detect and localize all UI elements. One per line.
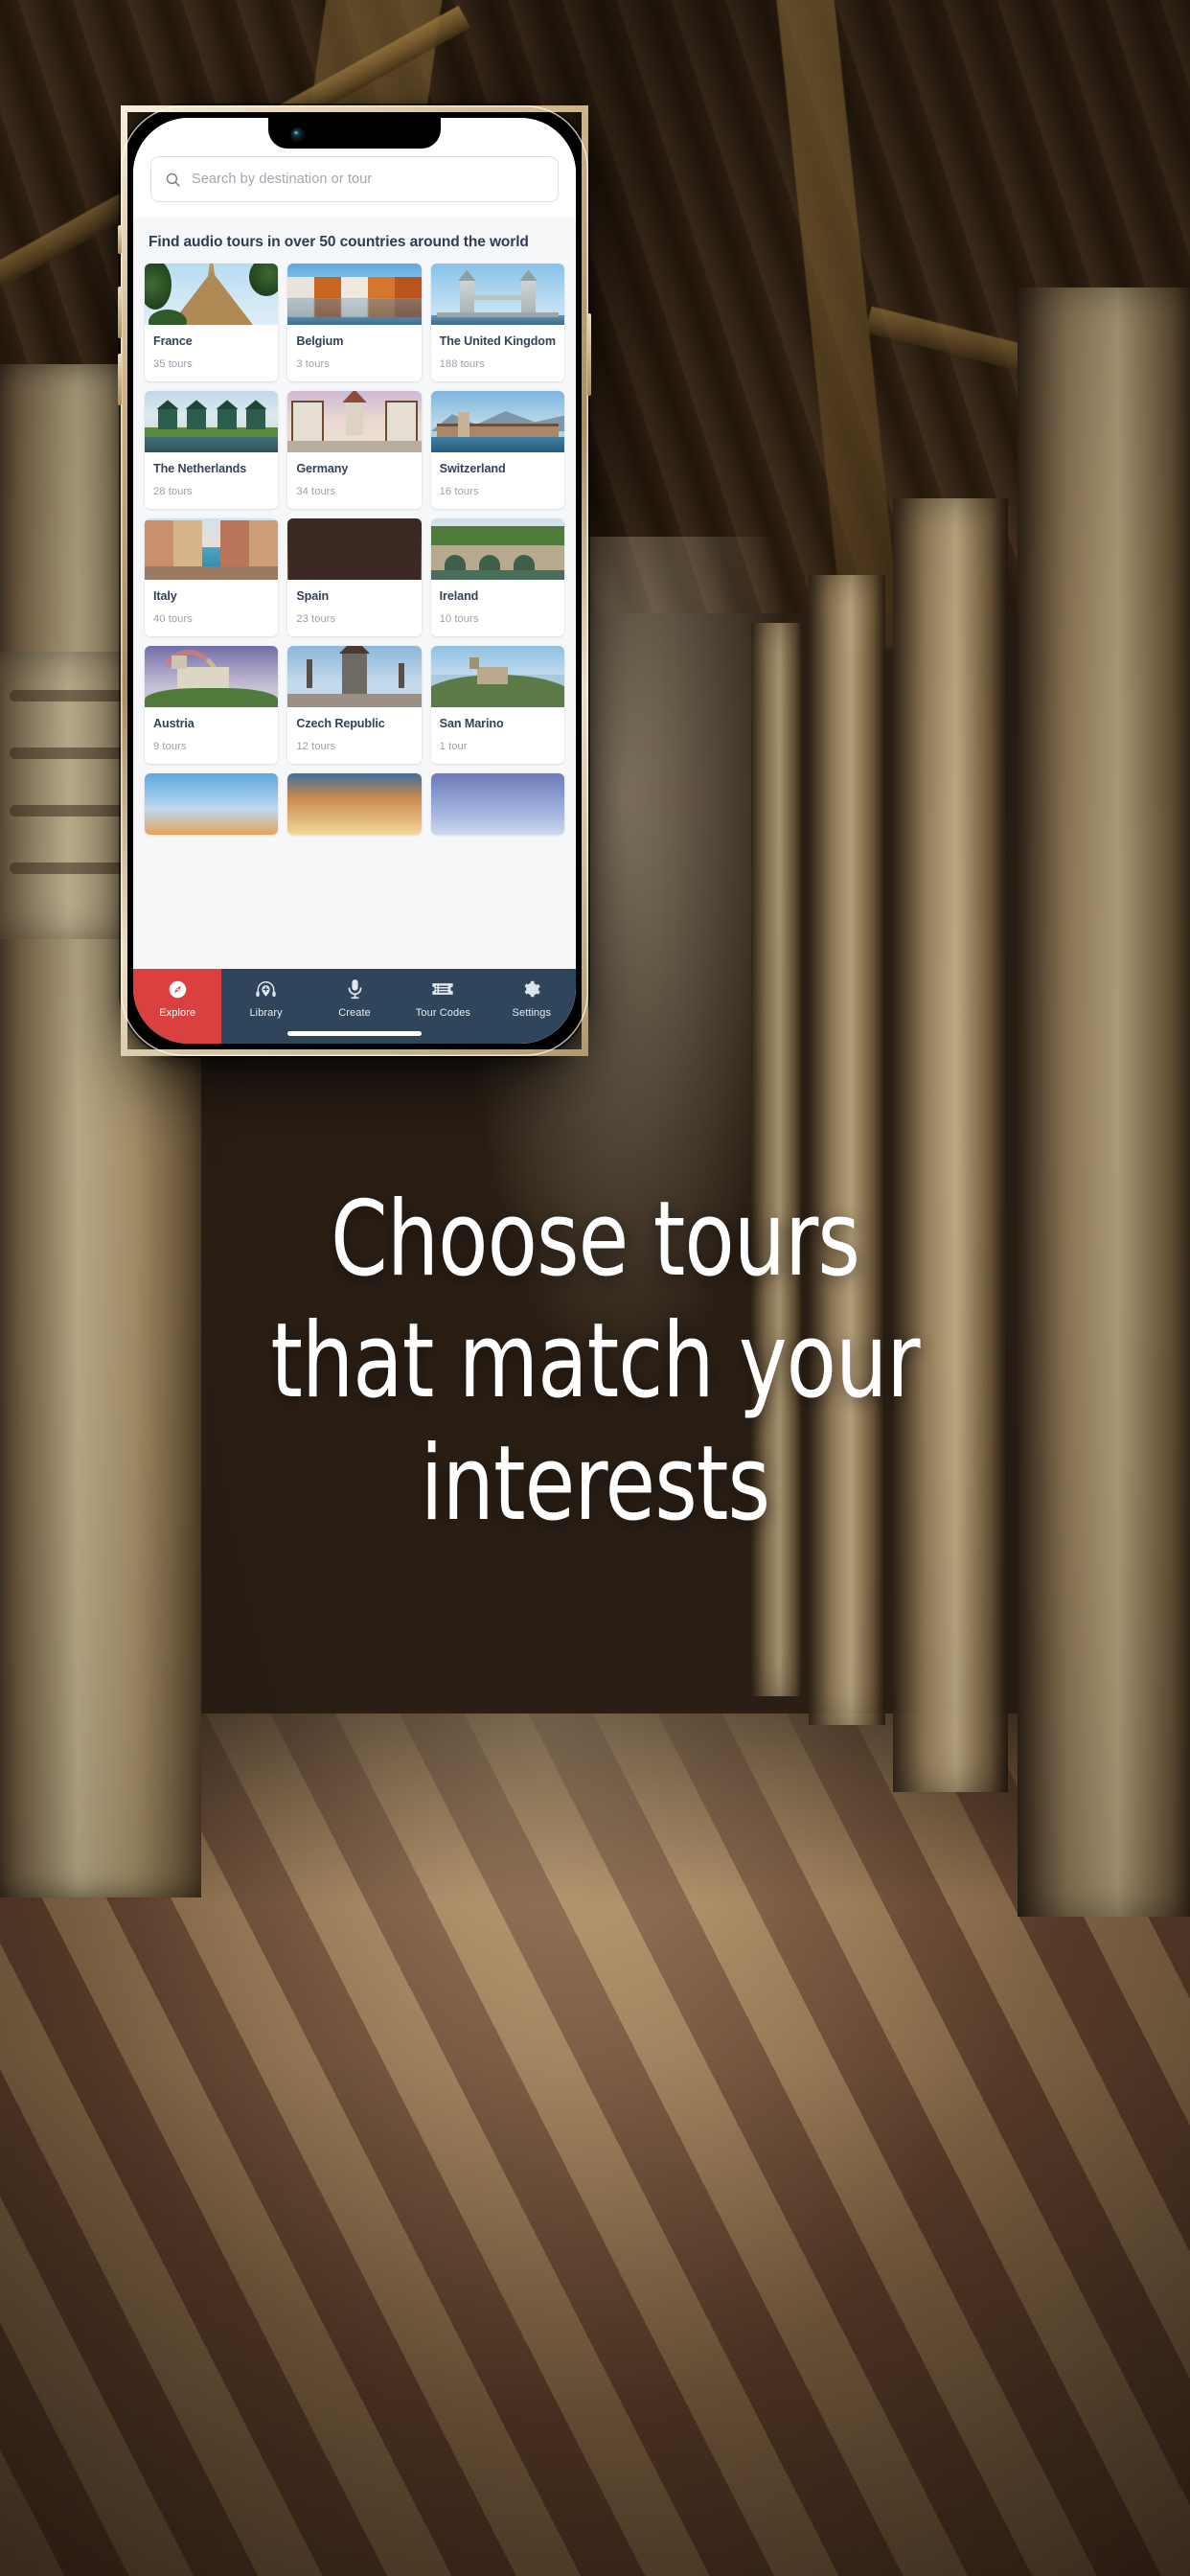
volume-down-button xyxy=(118,354,122,405)
country-name: The United Kingdom xyxy=(439,334,556,349)
country-meta: Germany 34 tours xyxy=(287,452,421,509)
country-card-austria[interactable]: Austria 9 tours xyxy=(145,646,279,764)
country-tour-count: 3 tours xyxy=(296,358,330,371)
tab-settings[interactable]: Settings xyxy=(488,969,576,1044)
country-card-the-united-kingdom[interactable]: The United Kingdom 188 tours xyxy=(430,264,564,382)
country-tour-count: 40 tours xyxy=(153,613,193,626)
compass-icon xyxy=(168,978,188,1000)
country-meta: France 35 tours xyxy=(145,325,278,381)
country-tour-count: 23 tours xyxy=(296,613,336,626)
country-name: Switzerland xyxy=(439,462,506,476)
country-card-partial[interactable] xyxy=(145,772,279,835)
country-thumbnail xyxy=(287,772,422,835)
marketing-caption: Choose tours that match your interests xyxy=(72,1179,1119,1545)
country-tour-count: 1 tour xyxy=(439,740,468,752)
country-card-switzerland[interactable]: Switzerland 16 tours xyxy=(430,391,564,510)
country-tour-count: 35 tours xyxy=(153,358,193,371)
country-name: San Marino xyxy=(439,717,504,731)
gear-icon xyxy=(521,978,541,1000)
country-thumbnail xyxy=(145,518,279,581)
country-meta: San Marino 1 tour xyxy=(431,707,564,764)
country-meta: The United Kingdom 188 tours xyxy=(431,325,564,381)
caption-line-2: that match your xyxy=(270,1301,920,1422)
country-tour-count: 10 tours xyxy=(439,613,479,626)
mute-switch xyxy=(118,225,122,254)
country-thumbnail xyxy=(287,264,422,326)
page-title: Find audio tours in over 50 countries ar… xyxy=(149,234,529,250)
country-card-czech-republic[interactable]: Czech Republic 12 tours xyxy=(287,646,422,764)
country-name: Germany xyxy=(296,462,349,476)
country-card-ireland[interactable]: Ireland 10 tours xyxy=(430,518,564,637)
country-thumbnail xyxy=(287,518,422,581)
country-card-france[interactable]: France 35 tours xyxy=(145,264,279,382)
search-placeholder: Search by destination or tour xyxy=(192,172,373,187)
country-tour-count: 16 tours xyxy=(439,486,479,498)
country-meta: Switzerland 16 tours xyxy=(431,452,564,509)
tab-label: Library xyxy=(249,1007,283,1019)
country-name: Italy xyxy=(153,589,177,604)
country-tour-count: 12 tours xyxy=(296,740,336,752)
country-thumbnail xyxy=(145,646,279,708)
country-meta: Ireland 10 tours xyxy=(431,580,564,636)
country-tour-count: 34 tours xyxy=(296,486,336,498)
country-thumbnail xyxy=(287,646,422,708)
caption-line-1: Choose tours xyxy=(331,1180,860,1300)
country-thumbnail xyxy=(430,518,564,581)
tab-label: Explore xyxy=(159,1007,196,1019)
headphones-pin-icon xyxy=(255,978,277,1000)
country-thumbnail xyxy=(430,772,564,835)
country-card-san-marino[interactable]: San Marino 1 tour xyxy=(430,646,564,764)
country-thumbnail xyxy=(430,646,564,708)
country-meta: The Netherlands 28 tours xyxy=(145,452,278,509)
tab-label: Tour Codes xyxy=(415,1007,471,1019)
country-tour-count: 188 tours xyxy=(439,358,485,371)
country-meta: Spain 23 tours xyxy=(287,580,421,636)
notch xyxy=(268,118,441,149)
country-card-partial[interactable] xyxy=(287,772,422,835)
country-name: France xyxy=(153,334,193,349)
home-indicator[interactable] xyxy=(287,1031,422,1036)
country-name: Belgium xyxy=(296,334,344,349)
search-input[interactable]: Search by destination or tour xyxy=(150,156,559,202)
caption-line-3: interests xyxy=(420,1423,770,1544)
volume-up-button xyxy=(118,287,122,338)
country-thumbnail xyxy=(287,391,422,453)
country-meta: Italy 40 tours xyxy=(145,580,278,636)
country-tour-count: 9 tours xyxy=(153,740,187,752)
country-thumbnail xyxy=(145,264,279,326)
country-card-italy[interactable]: Italy 40 tours xyxy=(145,518,279,637)
app-screen: Search by destination or tour Find audio… xyxy=(133,118,576,1044)
country-meta: Czech Republic 12 tours xyxy=(287,707,421,764)
country-thumbnail xyxy=(430,391,564,453)
tab-label: Create xyxy=(338,1007,371,1019)
country-name: The Netherlands xyxy=(153,462,247,476)
front-camera xyxy=(291,128,304,141)
country-name: Austria xyxy=(153,717,195,731)
country-card-spain[interactable]: Spain 23 tours xyxy=(287,518,422,637)
country-thumbnail xyxy=(145,772,279,835)
country-thumbnail xyxy=(430,264,564,326)
country-meta: Austria 9 tours xyxy=(145,707,278,764)
country-grid: France 35 tours Belgium 3 tours The Unit… xyxy=(145,264,564,835)
country-tour-count: 28 tours xyxy=(153,486,193,498)
tab-explore[interactable]: Explore xyxy=(133,969,222,1044)
country-card-belgium[interactable]: Belgium 3 tours xyxy=(287,264,422,382)
country-name: Ireland xyxy=(439,589,479,604)
power-button xyxy=(587,313,591,396)
country-card-partial[interactable] xyxy=(430,772,564,835)
phone-mockup: Search by destination or tour Find audio… xyxy=(118,105,591,1056)
search-icon xyxy=(165,172,181,188)
country-name: Czech Republic xyxy=(296,717,385,731)
country-name: Spain xyxy=(296,589,330,604)
country-meta: Belgium 3 tours xyxy=(287,325,421,381)
tab-label: Settings xyxy=(512,1007,552,1019)
ticket-list-icon xyxy=(431,978,454,1000)
country-thumbnail xyxy=(145,391,279,453)
country-list-scroll[interactable]: Find audio tours in over 50 countries ar… xyxy=(133,218,576,1044)
phone-screen: Search by destination or tour Find audio… xyxy=(133,118,576,1044)
country-card-germany[interactable]: Germany 34 tours xyxy=(287,391,422,510)
microphone-icon xyxy=(346,978,364,1000)
country-card-the-netherlands[interactable]: The Netherlands 28 tours xyxy=(145,391,279,510)
